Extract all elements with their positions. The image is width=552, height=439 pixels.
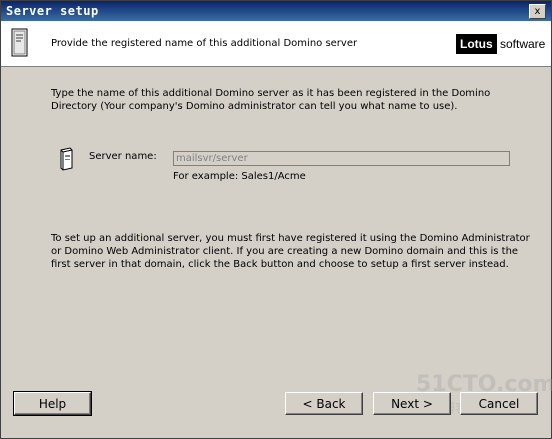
next-button[interactable]: Next > (373, 392, 451, 415)
close-button[interactable]: x (529, 4, 546, 19)
logo-product: software (500, 37, 546, 51)
instructions-paragraph: To set up an additional server, you must… (51, 233, 530, 270)
help-button[interactable]: Help (13, 391, 92, 416)
server-icon (58, 147, 74, 175)
setup-window: Server setup x Provide the registered na… (0, 0, 552, 439)
back-button[interactable]: < Back (285, 392, 363, 415)
logo-brand: Lotus (456, 34, 497, 54)
header-banner: Provide the registered name of this addi… (1, 21, 551, 67)
server-document-icon (11, 28, 29, 62)
title-bar[interactable]: Server setup x (1, 1, 551, 21)
cancel-button[interactable]: Cancel (460, 392, 538, 415)
window-title: Server setup (6, 4, 99, 18)
header-title: Provide the registered name of this addi… (51, 38, 358, 49)
intro-text: Type the name of this additional Domino … (51, 88, 491, 112)
server-name-input[interactable]: mailsvr/server (173, 151, 510, 166)
example-hint: For example: Sales1/Acme (173, 171, 306, 182)
server-name-label: Server name: (89, 151, 157, 162)
